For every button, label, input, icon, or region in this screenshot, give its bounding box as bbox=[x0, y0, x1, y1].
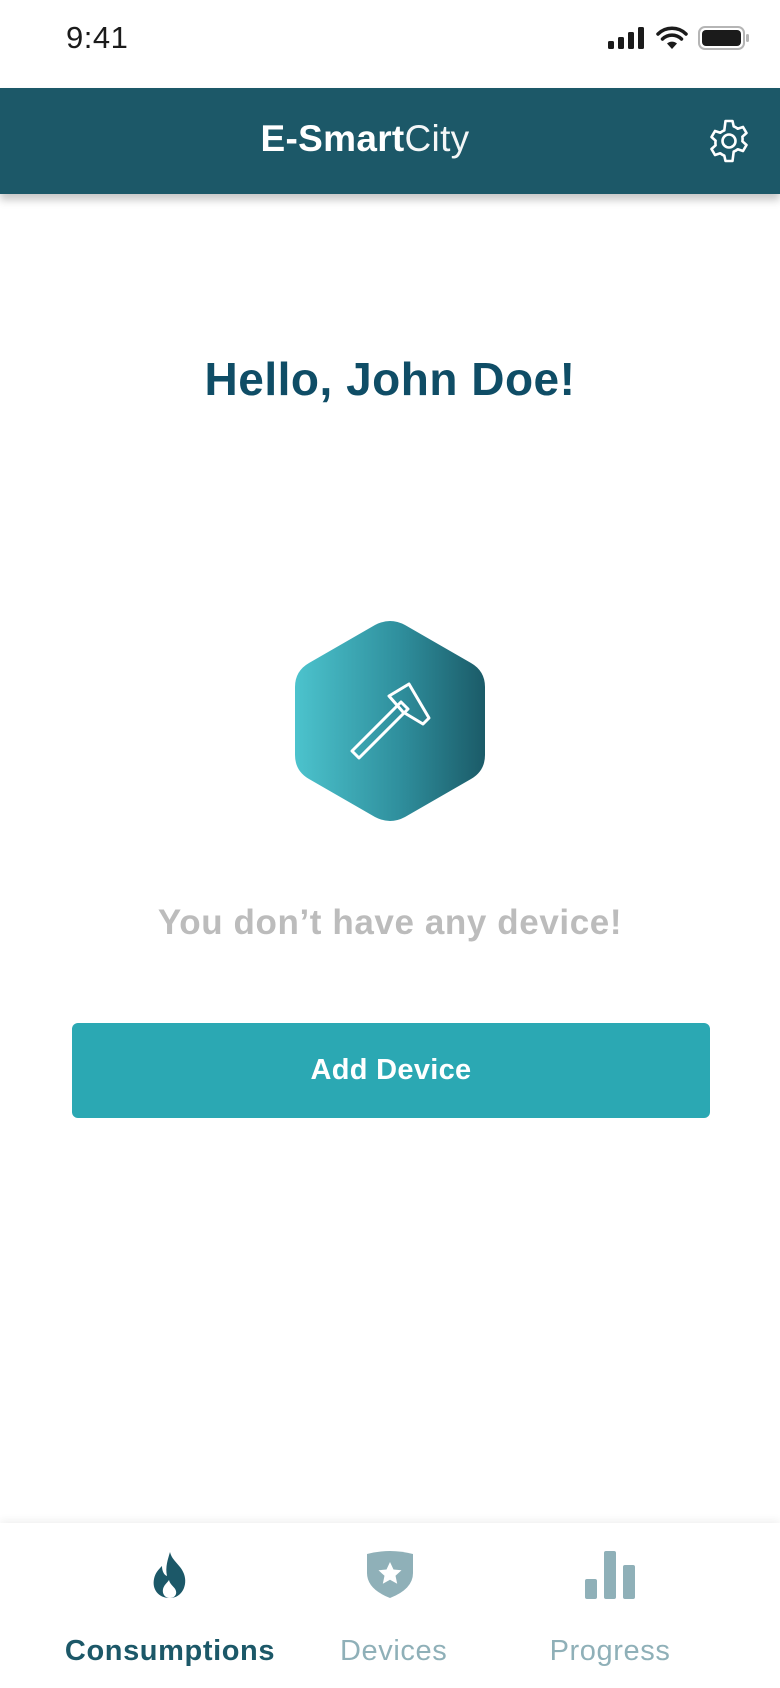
app-title-bold: E-Smart bbox=[260, 118, 405, 159]
gear-icon bbox=[710, 119, 748, 163]
battery-icon bbox=[698, 26, 749, 50]
bar-chart-icon bbox=[585, 1551, 635, 1599]
nav-item-progress[interactable]: Progress bbox=[440, 1523, 780, 1688]
empty-state-badge bbox=[295, 620, 485, 822]
signal-icon bbox=[608, 27, 644, 49]
add-device-button[interactable]: Add Device bbox=[72, 1023, 710, 1118]
bottom-nav: Consumptions Devices Progress bbox=[0, 1523, 780, 1688]
nav-label-progress: Progress bbox=[549, 1635, 671, 1667]
app-title: E-SmartCity bbox=[0, 118, 730, 160]
status-icons bbox=[608, 26, 750, 50]
nav-item-devices[interactable]: Devices bbox=[340, 1523, 448, 1688]
nav-label-consumptions: Consumptions bbox=[64, 1635, 276, 1667]
hexagon-shape bbox=[295, 621, 485, 821]
wifi-icon bbox=[656, 26, 688, 49]
empty-state-message: You don’t have any device! bbox=[157, 903, 623, 942]
nav-item-consumptions[interactable]: Consumptions bbox=[0, 1523, 340, 1688]
status-bar: 9:41 bbox=[0, 0, 780, 88]
status-time: 9:41 bbox=[66, 20, 129, 55]
nav-label-devices: Devices bbox=[340, 1635, 448, 1667]
app-title-light: City bbox=[404, 118, 470, 159]
app-screen: 9:41 E-SmartCity Hello, John Doe! You do… bbox=[0, 0, 780, 1688]
flame-icon bbox=[153, 1552, 186, 1598]
shield-star-icon bbox=[367, 1551, 413, 1598]
greeting-title: Hello, John Doe! bbox=[204, 353, 576, 405]
settings-button[interactable] bbox=[706, 118, 752, 164]
app-header: E-SmartCity bbox=[0, 88, 780, 194]
